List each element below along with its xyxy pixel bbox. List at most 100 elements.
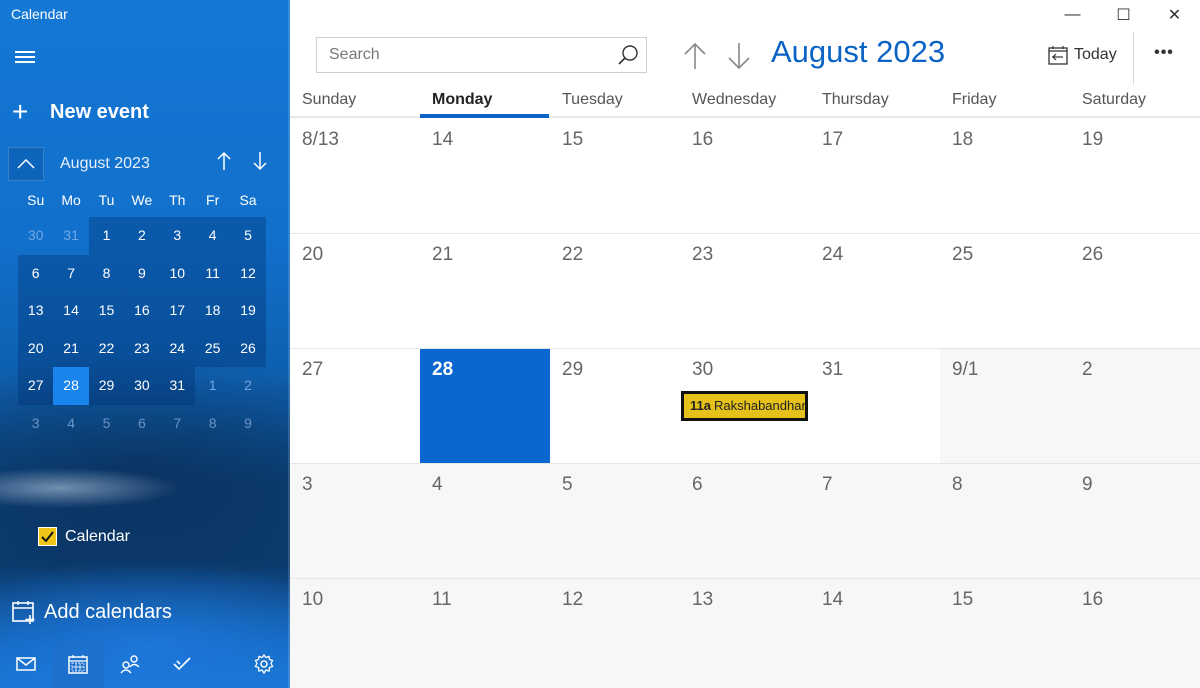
mini-calendar-day[interactable]: 2 [124,217,160,255]
mini-calendar-day[interactable]: 18 [194,292,231,330]
close-button[interactable]: ✕ [1149,0,1200,30]
day-cell[interactable]: 15 [940,579,1070,688]
calendar-toggle-calendar[interactable]: Calendar [38,527,130,546]
mini-calendar-day[interactable]: 30 [18,217,53,255]
mini-calendar-day[interactable]: 5 [89,405,124,443]
mini-calendar-day[interactable]: 17 [159,292,195,330]
day-cell[interactable]: 24 [810,234,940,349]
mini-calendar-day[interactable]: 14 [53,292,89,330]
calendar-nav-button[interactable] [52,640,104,688]
day-cell[interactable]: 29 [550,349,680,464]
mini-calendar-day[interactable]: 27 [18,367,54,405]
day-cell[interactable]: 18 [940,119,1070,234]
day-cell[interactable]: 14 [420,119,550,234]
search-button[interactable] [610,44,646,66]
day-cell[interactable]: 12 [550,579,680,688]
day-cell[interactable]: 30 11a Rakshabandhan [680,349,810,464]
todo-nav-button[interactable] [156,640,208,688]
day-cell[interactable]: 25 [940,234,1070,349]
day-cell[interactable]: 20 [290,234,420,349]
mini-calendar-day[interactable]: 29 [88,367,125,405]
mini-calendar-day[interactable]: 28 [53,367,89,405]
day-cell[interactable]: 4 [420,464,550,579]
day-cell[interactable]: 7 [810,464,940,579]
mini-prev-month-button[interactable] [206,151,242,177]
day-cell[interactable]: 28 [420,349,550,464]
mini-calendar-day[interactable]: 12 [230,254,266,292]
mini-calendar-day[interactable]: 11 [194,254,231,292]
day-cell[interactable]: 2 [1070,349,1200,464]
day-cell[interactable]: 3 [290,464,420,579]
mini-calendar-day[interactable]: 20 [18,329,54,367]
more-options-button[interactable]: ••• [1152,44,1176,68]
mini-calendar-day[interactable]: 19 [230,292,266,330]
mini-calendar-day[interactable]: 5 [230,217,266,255]
mini-calendar-day[interactable]: 4 [194,217,231,255]
day-cell[interactable]: 19 [1070,119,1200,234]
day-cell[interactable]: 10 [290,579,420,688]
mini-calendar-day[interactable]: 9 [230,405,265,443]
mini-calendar-title[interactable]: August 2023 [60,155,206,173]
day-cell[interactable]: 8 [940,464,1070,579]
next-month-button[interactable] [724,40,754,72]
mini-calendar-day[interactable]: 3 [18,405,53,443]
day-cell[interactable]: 8/13 [290,119,420,234]
mini-calendar-day[interactable]: 23 [124,329,160,367]
day-cell[interactable]: 31 [810,349,940,464]
day-cell[interactable]: 23 [680,234,810,349]
checkbox[interactable] [38,527,57,546]
day-cell[interactable]: 14 [810,579,940,688]
mini-calendar-day[interactable]: 7 [53,254,89,292]
mini-calendar-day[interactable]: 6 [124,405,159,443]
day-cell[interactable]: 13 [680,579,810,688]
mini-calendar-day[interactable]: 4 [53,405,88,443]
day-cell[interactable]: 9/1 [940,349,1070,464]
mini-calendar-day[interactable]: 22 [88,329,125,367]
mini-calendar-day[interactable]: 30 [124,367,160,405]
collapse-mini-calendar-button[interactable] [8,147,44,181]
today-button[interactable]: Today [1048,45,1117,65]
mini-calendar-day[interactable]: 1 [88,217,125,255]
day-cell[interactable]: 6 [680,464,810,579]
mini-calendar-day[interactable]: 10 [159,254,195,292]
day-cell[interactable]: 5 [550,464,680,579]
mini-calendar-day[interactable]: 8 [88,254,125,292]
people-nav-button[interactable] [104,640,156,688]
day-cell[interactable]: 21 [420,234,550,349]
day-cell[interactable]: 17 [810,119,940,234]
mail-nav-button[interactable] [0,640,52,688]
day-cell[interactable]: 9 [1070,464,1200,579]
search-input[interactable] [329,46,610,64]
hamburger-menu-button[interactable] [12,48,38,68]
mini-calendar-day[interactable]: 8 [195,405,230,443]
event-chip[interactable]: 11a Rakshabandhan [681,391,808,421]
mini-calendar-day[interactable]: 13 [18,292,54,330]
previous-month-button[interactable] [680,40,710,72]
mini-calendar-day[interactable]: 1 [195,367,230,405]
day-cell[interactable]: 22 [550,234,680,349]
maximize-button[interactable]: ☐ [1098,0,1149,30]
settings-nav-button[interactable] [238,640,290,688]
mini-calendar-day[interactable]: 3 [159,217,195,255]
day-cell[interactable]: 27 [290,349,420,464]
mini-calendar-day[interactable]: 31 [53,217,88,255]
day-cell[interactable]: 26 [1070,234,1200,349]
mini-calendar-day[interactable]: 15 [88,292,125,330]
mini-calendar-day[interactable]: 26 [230,329,266,367]
mini-calendar-day[interactable]: 9 [124,254,160,292]
mini-calendar-day[interactable]: 31 [159,367,195,405]
mini-calendar-day[interactable]: 24 [159,329,195,367]
day-cell[interactable]: 11 [420,579,550,688]
add-calendars-button[interactable]: Add calendars [12,600,172,624]
mini-calendar-day[interactable]: 16 [124,292,160,330]
mini-calendar-day[interactable]: 25 [194,329,231,367]
day-cell[interactable]: 16 [1070,579,1200,688]
mini-calendar-day[interactable]: 21 [53,329,89,367]
mini-calendar-day[interactable]: 6 [18,254,54,292]
mini-next-month-button[interactable] [242,151,278,177]
month-title[interactable]: August 2023 [771,34,945,70]
day-cell[interactable]: 16 [680,119,810,234]
mini-calendar-day[interactable]: 7 [160,405,195,443]
new-event-button[interactable]: + New event [12,96,149,128]
mini-calendar-day[interactable]: 2 [230,367,265,405]
